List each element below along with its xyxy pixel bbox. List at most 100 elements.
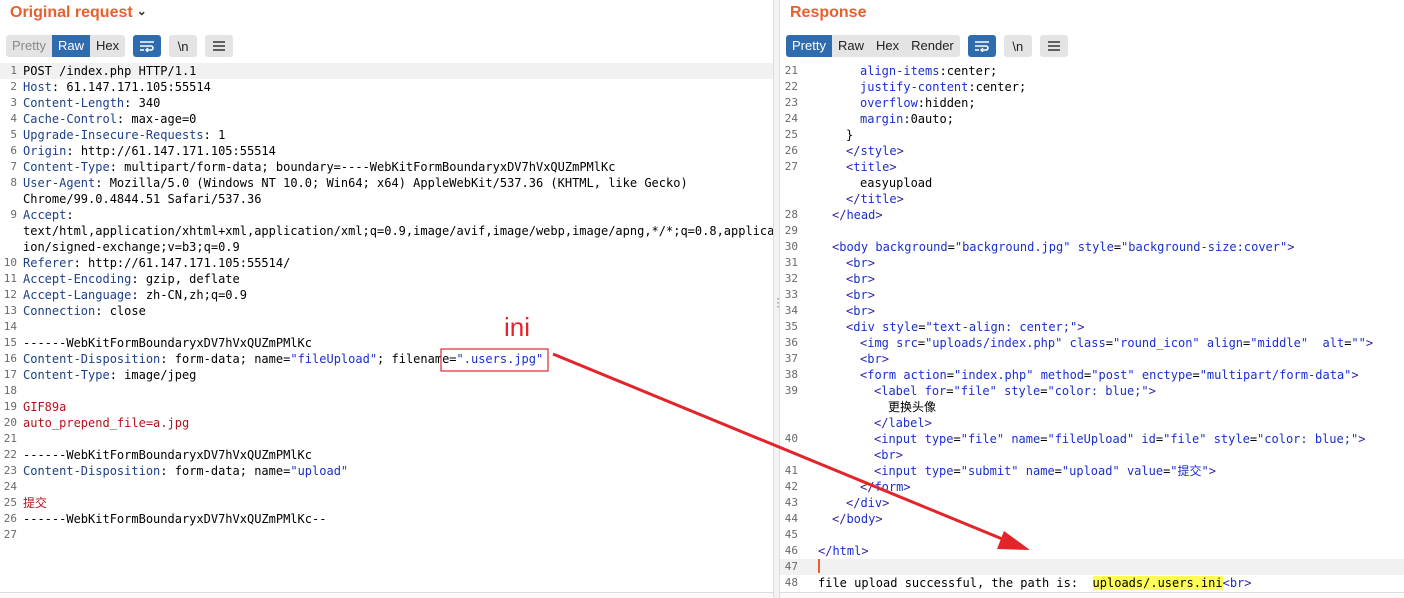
line-text: <br> bbox=[846, 303, 875, 319]
line-text: Accept-Language: zh-CN,zh;q=0.9 bbox=[23, 287, 247, 303]
line-text: </body> bbox=[832, 511, 883, 527]
header-name: Accept-Language bbox=[23, 288, 132, 302]
code-token: method bbox=[1040, 368, 1085, 382]
header-value: form-data; name= bbox=[167, 352, 291, 366]
line-number: 19 bbox=[3, 400, 17, 413]
header-value: http://61.147.171.105:55514/ bbox=[80, 256, 291, 270]
wrap-lines-icon[interactable] bbox=[133, 35, 162, 57]
newline-toggle-icon[interactable]: \n bbox=[1003, 35, 1032, 57]
header-value: http://61.147.171.105:55514 bbox=[73, 144, 276, 158]
line-text: <br> bbox=[846, 287, 875, 303]
pane-divider[interactable]: · · · bbox=[773, 0, 781, 598]
code-token: input bbox=[881, 432, 918, 446]
tab-raw[interactable]: Raw bbox=[832, 35, 870, 57]
line-text: Content-Length: 340 bbox=[23, 95, 160, 111]
line-text: auto_prepend_file=a.jpg bbox=[23, 415, 189, 431]
wrap-lines-icon[interactable] bbox=[967, 35, 996, 57]
code-line: 20 auto_prepend_file=a.jpg bbox=[0, 415, 773, 431]
code-token: 更换头像 bbox=[888, 400, 937, 414]
line-text: 更换头像 bbox=[888, 399, 936, 415]
line-number: 41 bbox=[784, 464, 798, 477]
code-line: 18 bbox=[0, 383, 773, 399]
code-token: "background-size:cover" bbox=[1121, 240, 1288, 254]
chevron-down-icon[interactable]: ⌄ bbox=[137, 4, 147, 18]
line-number: 3 bbox=[10, 96, 17, 109]
line-number: 25 bbox=[784, 128, 798, 141]
code-line: 8 User-Agent: Mozilla/5.0 (Windows NT 10.… bbox=[0, 175, 773, 191]
tab-render[interactable]: Render bbox=[905, 35, 960, 57]
request-editor[interactable]: 1 POST /index.php HTTP/1.1 2 Host: 61.147.1… bbox=[0, 63, 773, 543]
line-text: justify-content:center; bbox=[860, 79, 1026, 95]
code-token: </ bbox=[832, 208, 847, 222]
line-number: 28 bbox=[784, 208, 798, 221]
line-text: Content-Type: image/jpeg bbox=[23, 367, 196, 383]
code-line: 37 <br> bbox=[780, 351, 1404, 367]
raw-text: ------WebKitFormBoundaryxDV7hVxQUZmPMlKc bbox=[23, 336, 312, 350]
header-name: Connection bbox=[23, 304, 96, 318]
code-token: = bbox=[1155, 432, 1164, 446]
tab-raw[interactable]: Raw bbox=[51, 35, 90, 57]
raw-text: Chrome/99.0.4844.51 Safari/537.36 bbox=[23, 192, 262, 206]
response-toolbar: Pretty Raw Hex Render \n bbox=[786, 35, 1068, 57]
request-search-bar bbox=[0, 592, 773, 598]
raw-text: ------WebKitFormBoundaryxDV7hVxQUZmPMlKc… bbox=[23, 512, 327, 526]
code-token: > bbox=[903, 480, 911, 494]
newline-toggle-icon[interactable]: \n bbox=[169, 35, 198, 57]
tab-pretty[interactable]: Pretty bbox=[786, 35, 832, 57]
header-colon: : bbox=[66, 144, 74, 158]
header-value: zh-CN,zh;q=0.9 bbox=[138, 288, 247, 302]
code-token: class bbox=[1069, 336, 1106, 350]
menu-icon[interactable] bbox=[205, 35, 234, 57]
header-name: Origin bbox=[23, 144, 67, 158]
tab-hex[interactable]: Hex bbox=[870, 35, 905, 57]
header-name: Referer bbox=[23, 256, 74, 270]
raw-text: ion/signed-exchange;v=b3;q=0.9 bbox=[23, 240, 240, 254]
response-editor[interactable]: 21 align-items:center; 22 justify-content:c… bbox=[780, 63, 1404, 591]
line-text: } bbox=[846, 127, 853, 143]
code-line: text/html,application/xhtml+xml,applicat… bbox=[0, 223, 773, 239]
code-token: "upload" bbox=[1061, 464, 1120, 478]
code-token: = bbox=[946, 384, 954, 398]
code-line: 25 提交 bbox=[0, 495, 773, 511]
code-token: overflow bbox=[860, 96, 918, 110]
code-token: style bbox=[1004, 384, 1041, 398]
menu-icon[interactable] bbox=[1039, 35, 1068, 57]
code-token: :0auto; bbox=[903, 112, 954, 126]
line-number: 10 bbox=[3, 256, 17, 269]
line-number: 23 bbox=[784, 96, 798, 109]
line-text: <div style="text-align: center;"> bbox=[846, 319, 1084, 335]
code-token: } bbox=[846, 128, 854, 142]
code-token: </ bbox=[818, 544, 833, 558]
code-line: 35 <div style="text-align: center;"> bbox=[780, 319, 1404, 335]
code-token: "multipart/form-data" bbox=[1199, 368, 1352, 382]
code-token: "background.jpg" bbox=[954, 240, 1071, 254]
header-name: Content-Disposition bbox=[23, 352, 161, 366]
raw-text: ------WebKitFormBoundaryxDV7hVxQUZmPMlKc bbox=[23, 448, 312, 462]
line-number: 21 bbox=[3, 432, 17, 445]
code-line: 13 Connection: close bbox=[0, 303, 773, 319]
line-number: 44 bbox=[784, 512, 798, 525]
tab-hex[interactable]: Hex bbox=[90, 35, 125, 57]
code-line: 48 file upload successful, the path is: u… bbox=[780, 575, 1404, 591]
line-text: </form> bbox=[860, 479, 911, 495]
code-line: 19 GIF89a bbox=[0, 399, 773, 415]
code-token: </ bbox=[832, 512, 847, 526]
response-title: Response bbox=[790, 4, 867, 21]
line-number: 15 bbox=[3, 336, 17, 349]
tab-pretty[interactable]: Pretty bbox=[6, 35, 52, 57]
code-token: br bbox=[1229, 576, 1245, 590]
line-text: </style> bbox=[846, 143, 904, 159]
code-token: = bbox=[1054, 464, 1062, 478]
code-line: 26 </style> bbox=[780, 143, 1404, 159]
form-field-name: "fileUpload" bbox=[290, 352, 378, 366]
code-line: 28 </head> bbox=[780, 207, 1404, 223]
code-line: </title> bbox=[780, 191, 1404, 207]
request-title[interactable]: Original request ⌄ bbox=[10, 4, 147, 22]
code-token: name bbox=[1011, 432, 1041, 446]
code-token: = bbox=[953, 464, 961, 478]
line-text: ------WebKitFormBoundaryxDV7hVxQUZmPMlKc bbox=[23, 447, 312, 463]
line-number: 14 bbox=[3, 320, 17, 333]
line-number: 46 bbox=[784, 544, 798, 557]
